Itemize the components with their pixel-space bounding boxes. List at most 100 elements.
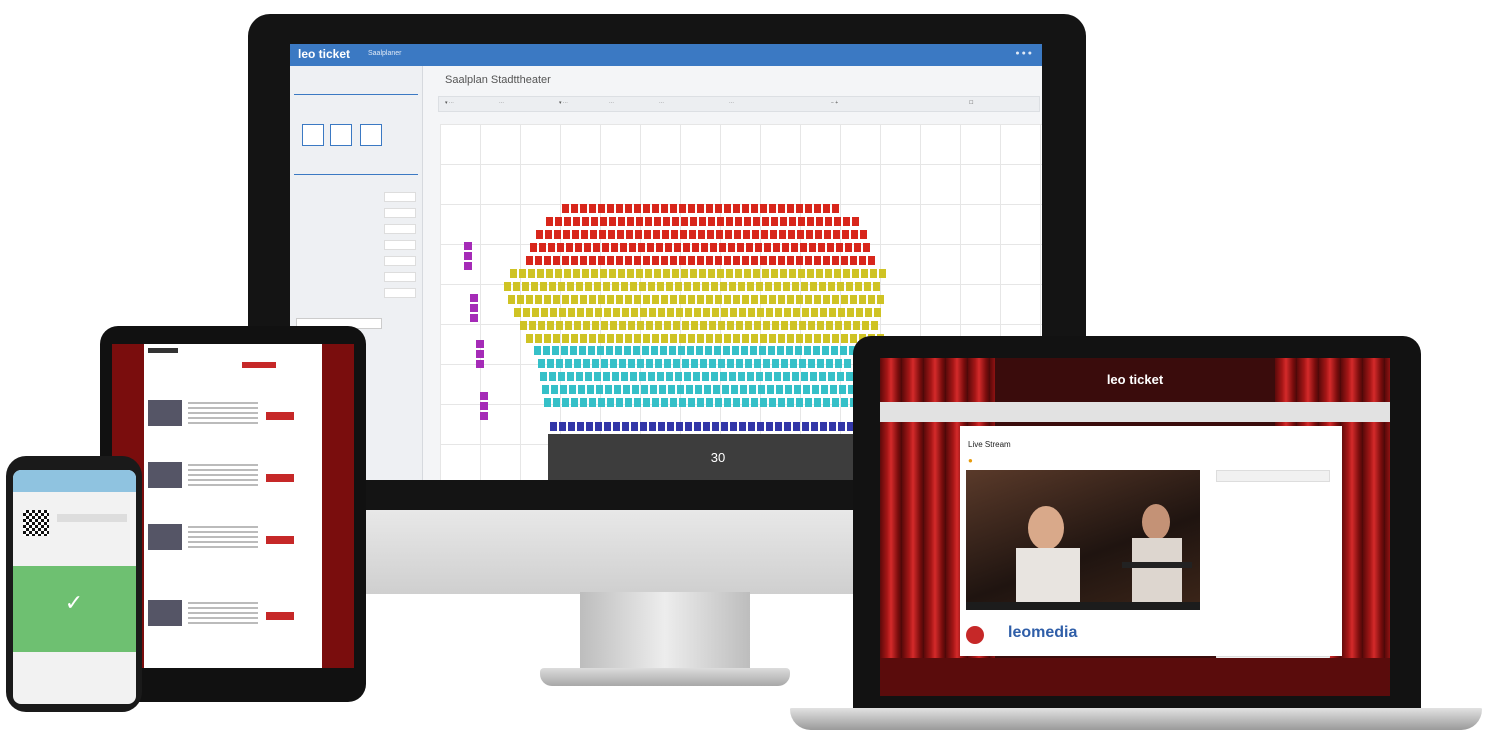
seat[interactable] bbox=[571, 295, 578, 304]
seat[interactable] bbox=[787, 398, 794, 407]
seat[interactable] bbox=[747, 282, 754, 291]
seat[interactable] bbox=[563, 230, 570, 239]
seat[interactable] bbox=[562, 295, 569, 304]
seat[interactable] bbox=[652, 256, 659, 265]
seat[interactable] bbox=[628, 321, 635, 330]
seat[interactable] bbox=[564, 269, 571, 278]
seat[interactable] bbox=[838, 422, 845, 431]
seat[interactable] bbox=[690, 217, 697, 226]
seat[interactable] bbox=[706, 204, 713, 213]
seat[interactable] bbox=[588, 346, 595, 355]
seat[interactable] bbox=[688, 204, 695, 213]
seat[interactable] bbox=[679, 334, 686, 343]
seat[interactable] bbox=[789, 217, 796, 226]
seat[interactable] bbox=[700, 321, 707, 330]
seat[interactable] bbox=[642, 346, 649, 355]
seat[interactable] bbox=[526, 256, 533, 265]
seat[interactable] bbox=[652, 295, 659, 304]
seat[interactable] bbox=[744, 217, 751, 226]
seat[interactable] bbox=[571, 204, 578, 213]
seat[interactable] bbox=[786, 346, 793, 355]
seat[interactable] bbox=[729, 372, 736, 381]
seat[interactable] bbox=[820, 422, 827, 431]
seat[interactable] bbox=[809, 243, 816, 252]
seat[interactable] bbox=[728, 243, 735, 252]
seat[interactable] bbox=[760, 334, 767, 343]
seat[interactable] bbox=[649, 422, 656, 431]
seat[interactable] bbox=[559, 422, 566, 431]
seat[interactable] bbox=[697, 334, 704, 343]
seat[interactable] bbox=[597, 346, 604, 355]
seat[interactable] bbox=[789, 269, 796, 278]
seat[interactable] bbox=[771, 269, 778, 278]
seat[interactable] bbox=[793, 308, 800, 317]
seat[interactable] bbox=[673, 359, 680, 368]
seat[interactable] bbox=[557, 243, 564, 252]
seat[interactable] bbox=[776, 385, 783, 394]
seat[interactable] bbox=[677, 385, 684, 394]
seat[interactable] bbox=[613, 308, 620, 317]
seat[interactable] bbox=[601, 321, 608, 330]
seat[interactable] bbox=[549, 282, 556, 291]
seat[interactable] bbox=[796, 398, 803, 407]
seat[interactable] bbox=[828, 282, 835, 291]
seat[interactable] bbox=[577, 422, 584, 431]
seat[interactable] bbox=[607, 204, 614, 213]
seat[interactable] bbox=[752, 230, 759, 239]
property-value-field[interactable] bbox=[384, 240, 416, 250]
seat[interactable] bbox=[798, 269, 805, 278]
seat[interactable] bbox=[613, 422, 620, 431]
buy-ticket-button[interactable] bbox=[266, 536, 294, 544]
seat[interactable] bbox=[747, 372, 754, 381]
seat[interactable] bbox=[550, 308, 557, 317]
property-row[interactable] bbox=[296, 240, 416, 250]
seat[interactable] bbox=[796, 256, 803, 265]
toolbar-checkbox[interactable]: ☐ bbox=[969, 100, 973, 106]
seat[interactable] bbox=[780, 217, 787, 226]
seat[interactable] bbox=[781, 321, 788, 330]
seat[interactable] bbox=[543, 346, 550, 355]
seat[interactable] bbox=[823, 334, 830, 343]
seat[interactable] bbox=[670, 334, 677, 343]
seat[interactable] bbox=[603, 282, 610, 291]
seat[interactable] bbox=[763, 321, 770, 330]
seat[interactable] bbox=[625, 398, 632, 407]
seat[interactable] bbox=[637, 359, 644, 368]
seat[interactable] bbox=[727, 359, 734, 368]
seat[interactable] bbox=[654, 269, 661, 278]
seat[interactable] bbox=[733, 256, 740, 265]
seat[interactable] bbox=[628, 359, 635, 368]
seat[interactable] bbox=[804, 346, 811, 355]
seat[interactable] bbox=[841, 398, 848, 407]
toolbar-button[interactable]: ⋯ bbox=[729, 100, 734, 106]
seat[interactable] bbox=[679, 398, 686, 407]
seat[interactable] bbox=[814, 204, 821, 213]
seat[interactable] bbox=[859, 256, 866, 265]
seat[interactable] bbox=[693, 372, 700, 381]
seat[interactable] bbox=[643, 295, 650, 304]
seat[interactable] bbox=[734, 230, 741, 239]
seat[interactable] bbox=[812, 385, 819, 394]
seat[interactable] bbox=[645, 217, 652, 226]
toolbar-button[interactable]: ▾ ⋯ bbox=[559, 100, 568, 106]
seat[interactable] bbox=[538, 359, 545, 368]
seat[interactable] bbox=[550, 422, 557, 431]
seat[interactable] bbox=[856, 308, 863, 317]
seat[interactable] bbox=[664, 359, 671, 368]
seat[interactable] bbox=[785, 385, 792, 394]
seat[interactable] bbox=[629, 243, 636, 252]
seat[interactable] bbox=[800, 243, 807, 252]
seat[interactable] bbox=[692, 243, 699, 252]
seat[interactable] bbox=[654, 217, 661, 226]
seat[interactable] bbox=[633, 346, 640, 355]
seat[interactable] bbox=[594, 372, 601, 381]
seat[interactable] bbox=[634, 204, 641, 213]
seat[interactable] bbox=[579, 346, 586, 355]
seat[interactable] bbox=[828, 372, 835, 381]
seat[interactable] bbox=[598, 295, 605, 304]
seat[interactable] bbox=[717, 217, 724, 226]
seat[interactable] bbox=[816, 217, 823, 226]
buy-ticket-button[interactable] bbox=[266, 412, 294, 420]
seat[interactable] bbox=[540, 372, 547, 381]
seat[interactable] bbox=[646, 359, 653, 368]
